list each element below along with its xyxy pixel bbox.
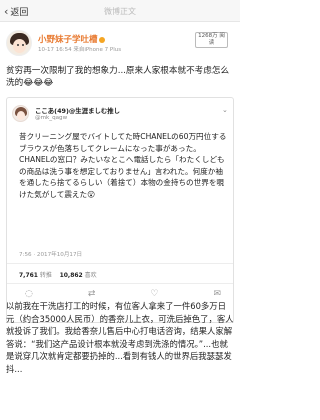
heart-icon: ♡ <box>150 289 159 299</box>
vip-badge-icon <box>98 36 105 43</box>
retweet-label: 转推 <box>39 272 52 279</box>
read-count-text: 1268万 阅读 <box>198 33 225 46</box>
post-text: 贫穷再一次限制了我的想象力...原来人家根本就不考虑怎么洗的😂😂😂 <box>6 66 230 88</box>
like-label: 喜欢 <box>84 272 97 279</box>
divider <box>7 263 233 264</box>
username[interactable]: 小野妹子学吐槽 <box>38 33 105 45</box>
quoted-tweet-image[interactable]: ここあ(49)@生涯ましむ推し @mk_qagw ⌄ 昔クリーニング屋でバイトし… <box>6 97 234 323</box>
nav-title: 微博正文 <box>104 7 136 16</box>
post-meta: 10-17 16:54 来自iPhone 7 Plus <box>38 47 122 53</box>
quoted-text: 昔クリーニング屋でバイトしてた時CHANELの60万円位するブラウスが色落ちして… <box>19 132 227 199</box>
divider <box>7 283 233 284</box>
like-count: 10,862 <box>59 272 83 279</box>
mail-icon: ✉ <box>213 289 221 299</box>
quoted-stats: 7,761 转推 10,862 喜欢 <box>19 270 97 279</box>
quoted-display-name: ここあ(49)@生涯ましむ推し <box>35 107 121 115</box>
translation-text: 以前我在干洗店打工的时候，有位客人拿来了一件60多万日元（约合35000人民币）… <box>6 301 234 374</box>
read-count-badge: 1268万 阅读 <box>195 32 228 48</box>
quoted-actions: ◌ ⇄ ♡ ✉ <box>25 289 221 299</box>
reply-icon: ◌ <box>25 289 33 299</box>
username-text: 小野妹子学吐槽 <box>38 35 98 45</box>
retweet-icon: ⇄ <box>87 289 96 299</box>
avatar[interactable] <box>6 30 32 56</box>
retweet-count: 7,761 <box>19 272 38 279</box>
nav-bar: ‹ 返回 微博正文 <box>0 0 240 22</box>
quoted-handle: @mk_qagw <box>35 115 68 121</box>
weibo-post: 小野妹子学吐槽 10-17 16:54 来自iPhone 7 Plus 1268… <box>0 22 240 420</box>
quoted-time: 7:56 · 2017年10月17日 <box>19 252 83 258</box>
quoted-avatar <box>12 105 29 122</box>
chevron-down-icon: ⌄ <box>222 106 228 114</box>
